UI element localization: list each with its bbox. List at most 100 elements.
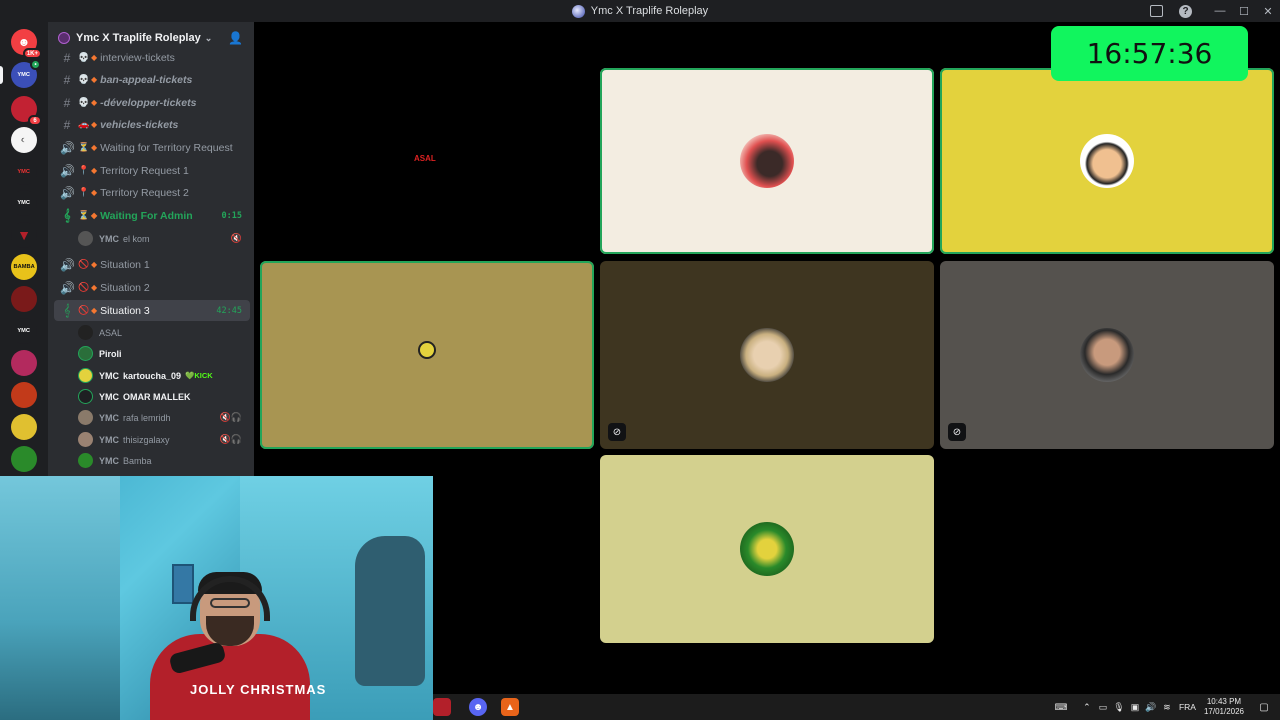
add-member-icon[interactable]: 👤 xyxy=(228,31,243,45)
server-name: Ymc X Traplife Roleplay xyxy=(76,32,201,44)
diamond-icon: ◆ xyxy=(91,188,98,197)
server-icon-11[interactable] xyxy=(11,382,37,408)
diamond-icon: ◆ xyxy=(91,53,98,62)
voice-user[interactable]: YMC rafa lemridh 🔇🎧 xyxy=(78,407,248,428)
screen: Ymc X Traplife Roleplay ? — ☐ ✕ ☻ 1K+ YM… xyxy=(0,0,1280,720)
system-time: 10:43 PM xyxy=(1206,697,1242,706)
diamond-icon: ◆ xyxy=(91,260,98,269)
picture-frame xyxy=(172,564,194,604)
speaker-icon: 🔊 xyxy=(60,163,75,178)
voice-active-icon: 𝄞 xyxy=(63,303,71,317)
taskbar-app-3[interactable]: ▲ xyxy=(501,698,519,716)
channel-label: -développer-tickets xyxy=(100,96,197,109)
webcam-overlay: JOLLY CHRISTMAS xyxy=(0,476,433,720)
voice-user[interactable]: Piroli xyxy=(78,343,248,364)
channel-developper-tickets[interactable]: # 💀 ◆ -développer-tickets xyxy=(54,92,250,113)
microphone-icon[interactable]: 🎙 xyxy=(1111,702,1127,713)
server-icon-13[interactable] xyxy=(11,446,37,472)
keyboard-icon[interactable]: ⌨ xyxy=(1053,702,1069,713)
channel-territory-request-1[interactable]: 🔊 📍 ◆ Territory Request 1 xyxy=(54,160,250,181)
user-name: Piroli xyxy=(99,348,122,359)
voice-user[interactable]: YMC kartoucha_09 💚KICK xyxy=(78,365,248,386)
no-entry-icon: 🚫 xyxy=(78,305,90,315)
server-icon-12[interactable] xyxy=(11,414,37,440)
voice-user[interactable]: YMC el kom 🔇 xyxy=(78,228,248,249)
server-icon-ymc[interactable]: YMC • xyxy=(11,59,41,88)
channel-vehicles-tickets[interactable]: # 🚗 ◆ vehicles-tickets xyxy=(54,114,250,135)
diamond-icon: ◆ xyxy=(91,283,98,292)
skull-icon: 💀 xyxy=(78,52,90,62)
skull-icon: 💀 xyxy=(78,74,90,84)
no-entry-icon: 🚫 xyxy=(78,282,90,292)
system-clock[interactable]: 10:43 PM 17/01/2026 xyxy=(1204,697,1244,717)
mute-deafen-icon: 🔇🎧 xyxy=(219,434,242,444)
channel-situation-3[interactable]: 𝄞 🚫 ◆ Situation 3 42:45 xyxy=(54,300,250,321)
discord-taskbar-icon[interactable]: ☻ xyxy=(469,698,487,716)
server-icon-9[interactable]: YMC xyxy=(11,318,37,344)
hash-icon: # xyxy=(63,95,71,110)
language-indicator[interactable]: FRA xyxy=(1179,702,1196,712)
server-icon-3[interactable]: ☾ xyxy=(11,127,37,153)
taskbar-app-1[interactable] xyxy=(433,698,451,716)
server-icon-4[interactable]: YMC xyxy=(11,159,37,185)
minimize-button[interactable]: — xyxy=(1208,0,1232,22)
server-icon-10[interactable] xyxy=(11,350,37,376)
channel-label: vehicles-tickets xyxy=(100,118,179,131)
hourglass-icon: ⏳ xyxy=(78,142,90,152)
chevron-down-icon: ⌄ xyxy=(204,32,213,43)
server-icon-direct-messages[interactable]: ☻ 1K+ xyxy=(11,29,42,59)
video-tile-4[interactable] xyxy=(260,261,594,449)
user-name: Bamba xyxy=(123,455,152,466)
voice-user[interactable]: YMC OMAR MALLEK xyxy=(78,386,248,407)
volume-icon[interactable]: 🔊 xyxy=(1143,702,1159,713)
speaker-icon: 🔊 xyxy=(60,257,75,272)
camera-icon[interactable]: ▣ xyxy=(1127,702,1143,713)
server-icon-6[interactable]: ▼ xyxy=(11,222,37,248)
avatar xyxy=(1080,328,1134,382)
wifi-icon[interactable]: ≋ xyxy=(1159,702,1175,713)
channel-waiting-territory[interactable]: 🔊 ⏳ ◆ Waiting for Territory Request xyxy=(54,137,250,158)
avatar xyxy=(78,432,93,447)
channel-situation-2[interactable]: 🔊 🚫 ◆ Situation 2 xyxy=(54,277,250,298)
video-tile-5[interactable]: ⊘ xyxy=(600,261,934,449)
video-tile-6[interactable]: ⊘ xyxy=(940,261,1274,449)
car-icon: 🚗 xyxy=(78,119,90,129)
heart-icon: 💚 xyxy=(185,371,195,380)
close-button[interactable]: ✕ xyxy=(1256,0,1280,22)
channel-waiting-for-admin[interactable]: 𝄞 ⏳ ◆ Waiting For Admin 0:15 xyxy=(54,205,250,226)
channel-interview-tickets[interactable]: # 💀 ◆ interview-tickets xyxy=(54,47,250,68)
voice-user[interactable]: YMC thisizgalaxy 🔇🎧 xyxy=(78,429,248,450)
no-entry-icon: 🚫 xyxy=(78,259,90,269)
channel-situation-1[interactable]: 🔊 🚫 ◆ Situation 1 xyxy=(54,254,250,275)
video-tile-asal[interactable]: ASAL xyxy=(260,68,594,254)
channel-sidebar: Ymc X Traplife Roleplay ⌄ 👤 # 💀 ◆ interv… xyxy=(48,22,254,477)
channel-territory-request-2[interactable]: 🔊 📍 ◆ Territory Request 2 xyxy=(54,182,250,203)
server-icon-5[interactable]: YMC xyxy=(11,190,37,216)
server-icon-bamba[interactable]: BAMBA xyxy=(11,254,37,280)
server-icon-2[interactable]: 6 xyxy=(11,96,42,126)
video-tile-2[interactable] xyxy=(600,68,934,254)
video-tile-3[interactable] xyxy=(940,68,1274,254)
diamond-icon: ◆ xyxy=(91,143,98,152)
help-icon[interactable]: ? xyxy=(1179,4,1192,18)
network-icon[interactable]: ▭ xyxy=(1095,702,1111,713)
notification-icon[interactable]: ▢ xyxy=(1254,702,1274,713)
channel-ban-appeal-tickets[interactable]: # 💀 ◆ ban-appeal-tickets xyxy=(54,69,250,90)
taskbar: ☻ ▲ ⌨ ⌃ ▭ 🎙 ▣ 🔊 ≋ FRA 10:43 PM 17/01/202… xyxy=(433,694,1280,720)
channel-label: Situation 3 xyxy=(100,304,150,317)
speaker-icon: 🔊 xyxy=(60,140,75,155)
chevron-up-icon[interactable]: ⌃ xyxy=(1079,702,1095,713)
user-name: ASAL xyxy=(414,154,436,163)
channel-label: Waiting for Territory Request xyxy=(100,141,233,154)
mute-icon: 🔇 xyxy=(230,233,242,243)
maximize-button[interactable]: ☐ xyxy=(1232,0,1256,22)
voice-user[interactable]: ASAL xyxy=(78,322,248,343)
diamond-icon: ◆ xyxy=(91,75,98,84)
video-tile-7[interactable] xyxy=(600,455,934,643)
inbox-icon[interactable] xyxy=(1149,4,1163,18)
avatar xyxy=(418,341,436,359)
server-icon-8[interactable] xyxy=(11,286,37,312)
speaker-icon: 🔊 xyxy=(60,185,75,200)
channel-label: Waiting For Admin xyxy=(100,209,193,222)
voice-user[interactable]: YMC Bamba xyxy=(78,450,248,471)
